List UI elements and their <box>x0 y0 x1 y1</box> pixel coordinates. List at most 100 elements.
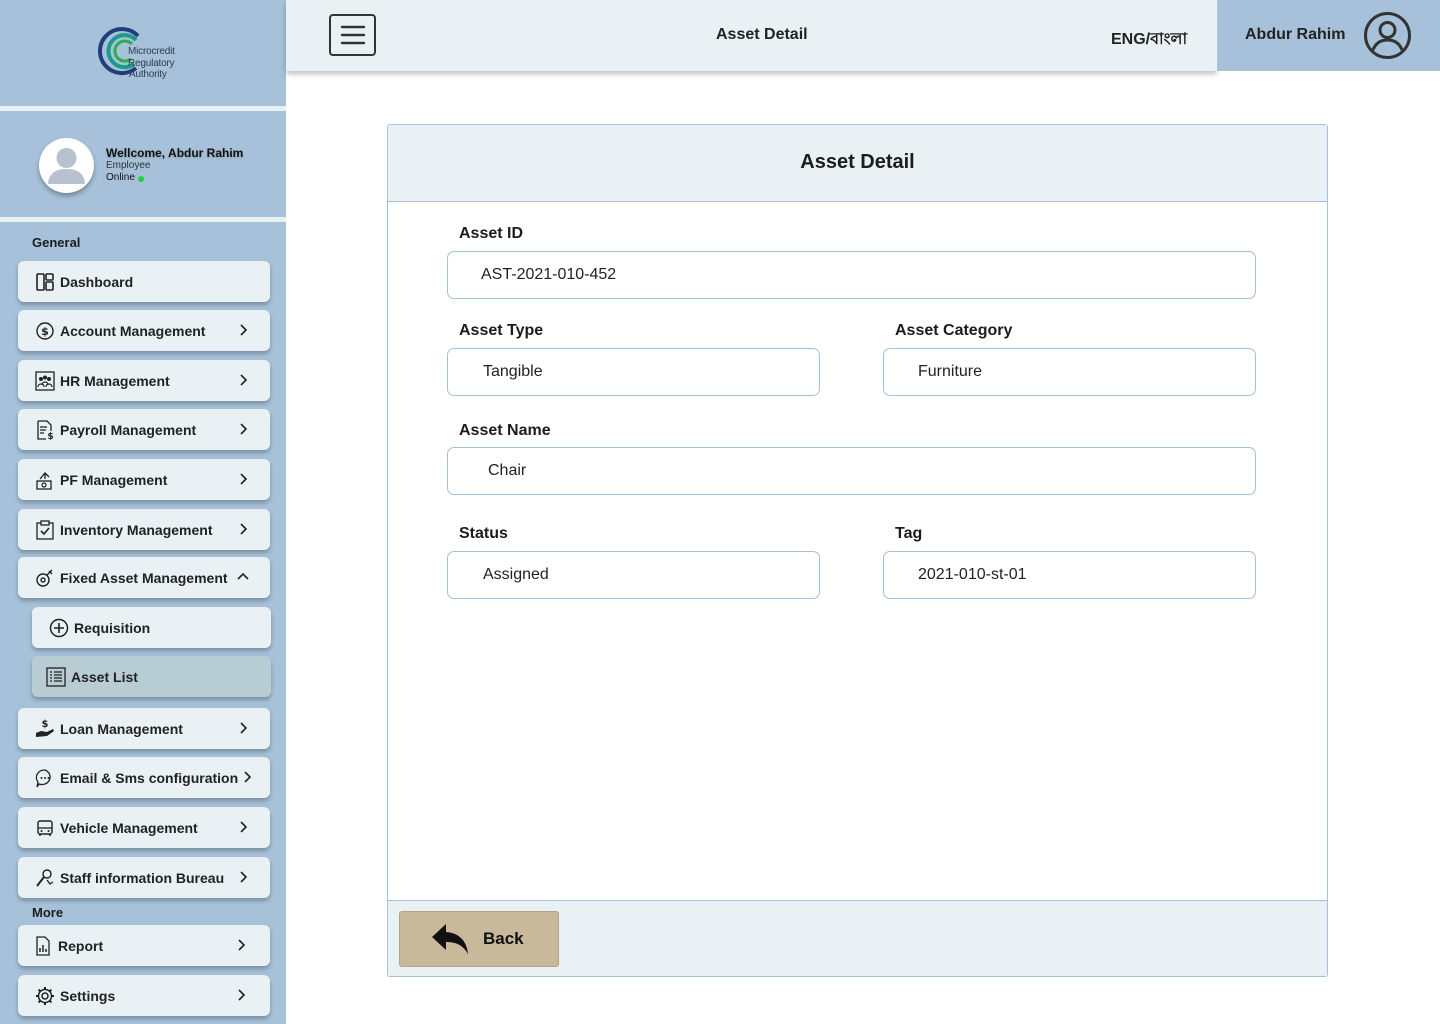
sidebar-item-label: HR Management <box>60 372 170 389</box>
sidebar-item-label: Report <box>58 937 104 954</box>
sidebar-item-label: Payroll Management <box>60 421 197 438</box>
online-status-label: Online <box>106 172 135 183</box>
online-status: Online <box>106 172 144 183</box>
sidebar-item-label: Vehicle Management <box>60 819 198 836</box>
sidebar-item-label: Asset List <box>71 668 138 685</box>
chevron-right-icon <box>240 473 248 485</box>
tag-field[interactable]: 2021-010-st-01 <box>883 551 1256 599</box>
sidebar-item-label: Inventory Management <box>60 521 213 538</box>
svg-text:$: $ <box>42 719 49 730</box>
plus-circle-icon <box>49 618 69 638</box>
sidebar-item-vehicle-management[interactable]: Vehicle Management <box>18 807 270 848</box>
language-toggle[interactable]: ENG/বাংলা <box>1111 26 1187 53</box>
svg-text:$: $ <box>47 432 53 440</box>
online-dot-icon <box>137 176 144 182</box>
asset-name-label: Asset Name <box>459 422 551 439</box>
sidebar-item-asset-list[interactable]: Asset List <box>32 656 271 697</box>
chevron-right-icon <box>238 989 246 1001</box>
page-title: Asset Detail <box>716 26 808 43</box>
asset-type-field[interactable]: Tangible <box>447 348 820 396</box>
chevron-right-icon <box>240 871 248 883</box>
header-username[interactable]: Abdur Rahim <box>1245 26 1345 44</box>
asset-category-field[interactable]: Furniture <box>883 348 1256 396</box>
asset-id-field[interactable]: AST-2021-010-452 <box>447 251 1256 299</box>
sidebar-item-label: Account Management <box>60 322 206 339</box>
sidebar-item-hr-management[interactable]: HR Management <box>18 360 270 401</box>
sidebar-item-loan-management[interactable]: $ Loan Management <box>18 708 270 749</box>
avatar[interactable] <box>39 138 94 193</box>
clipboard-check-icon <box>35 519 55 540</box>
tag-label: Tag <box>895 525 923 542</box>
payroll-document-icon: $ <box>35 419 55 440</box>
section-label-general: General <box>32 235 81 250</box>
chevron-up-icon <box>237 572 249 580</box>
sidebar-item-settings[interactable]: Settings <box>18 975 270 1016</box>
reply-arrow-icon <box>432 924 468 954</box>
chevron-right-icon <box>240 324 248 336</box>
chevron-right-icon <box>240 423 248 435</box>
sidebar-item-dashboard[interactable]: Dashboard <box>18 261 270 302</box>
asset-category-label: Asset Category <box>895 322 1013 339</box>
chevron-right-icon <box>244 771 252 783</box>
sidebar-item-inventory-management[interactable]: Inventory Management <box>18 509 270 550</box>
sidebar-item-label: Email & Sms configuration <box>60 769 239 786</box>
section-label-more: More <box>32 905 64 920</box>
sidebar-item-email-sms-configuration[interactable]: Email & Sms configuration <box>18 757 270 798</box>
chat-bubble-icon <box>35 768 55 788</box>
sidebar-item-label: Dashboard <box>60 273 134 290</box>
sidebar: Microcredit Regulatory Authority Wellcom… <box>0 0 286 1024</box>
back-button[interactable]: Back <box>399 911 559 967</box>
user-circle-icon[interactable] <box>1363 11 1412 60</box>
sidebar-item-label: Loan Management <box>60 720 183 737</box>
chevron-right-icon <box>240 722 248 734</box>
dashboard-icon <box>35 272 55 292</box>
money-hand-icon <box>35 470 55 490</box>
logo[interactable]: Microcredit Regulatory Authority <box>0 0 286 106</box>
sidebar-item-label: Requisition <box>74 619 151 636</box>
logo-line-1: Microcredit <box>128 46 175 57</box>
chevron-right-icon <box>240 821 248 833</box>
loan-hand-icon: $ <box>35 719 55 739</box>
sidebar-item-report[interactable]: Report <box>18 925 270 966</box>
sidebar-item-staff-information-bureau[interactable]: Staff information Bureau <box>18 857 270 898</box>
back-button-label: Back <box>483 929 524 948</box>
bus-icon <box>35 818 55 838</box>
sidebar-item-label: Fixed Asset Management <box>60 569 228 586</box>
report-icon <box>33 935 53 956</box>
sidebar-item-label: PF Management <box>60 471 168 488</box>
sidebar-item-account-management[interactable]: $ Account Management <box>18 310 270 351</box>
team-icon <box>35 370 55 391</box>
asset-tag-icon <box>35 568 55 588</box>
card-footer: Back <box>388 900 1327 976</box>
card-header: Asset Detail <box>388 125 1327 202</box>
card-title: Asset Detail <box>800 151 915 173</box>
user-silhouette-icon <box>48 148 85 184</box>
chevron-right-icon <box>240 374 248 386</box>
sidebar-item-pf-management[interactable]: PF Management <box>18 459 270 500</box>
hamburger-icon <box>340 25 365 45</box>
hamburger-menu-button[interactable] <box>329 14 376 56</box>
welcome-text: Wellcome, Abdur Rahim <box>106 146 244 160</box>
chevron-right-icon <box>238 939 246 951</box>
staff-search-icon <box>35 868 55 888</box>
gear-icon <box>35 986 55 1006</box>
status-field[interactable]: Assigned <box>447 551 820 599</box>
asset-detail-card: Asset Detail Asset ID AST-2021-010-452 A… <box>387 124 1328 977</box>
dollar-circle-icon: $ <box>35 321 55 341</box>
divider <box>0 217 286 222</box>
svg-text:$: $ <box>41 325 49 338</box>
sidebar-item-label: Settings <box>60 987 116 1004</box>
logo-line-3: Authority <box>129 69 167 80</box>
sidebar-item-payroll-management[interactable]: $ Payroll Management <box>18 409 270 450</box>
asset-name-field[interactable]: Chair <box>447 447 1256 495</box>
asset-type-label: Asset Type <box>459 322 544 339</box>
chevron-right-icon <box>240 523 248 535</box>
asset-id-label: Asset ID <box>459 225 524 242</box>
logo-line-2: Regulatory <box>128 57 175 69</box>
sidebar-item-requisition[interactable]: Requisition <box>32 607 271 648</box>
list-icon <box>46 666 66 687</box>
sidebar-item-fixed-asset-management[interactable]: Fixed Asset Management <box>18 557 270 598</box>
sidebar-item-label: Staff information Bureau <box>60 869 225 886</box>
status-label: Status <box>459 525 508 542</box>
user-role: Employee <box>106 160 151 171</box>
